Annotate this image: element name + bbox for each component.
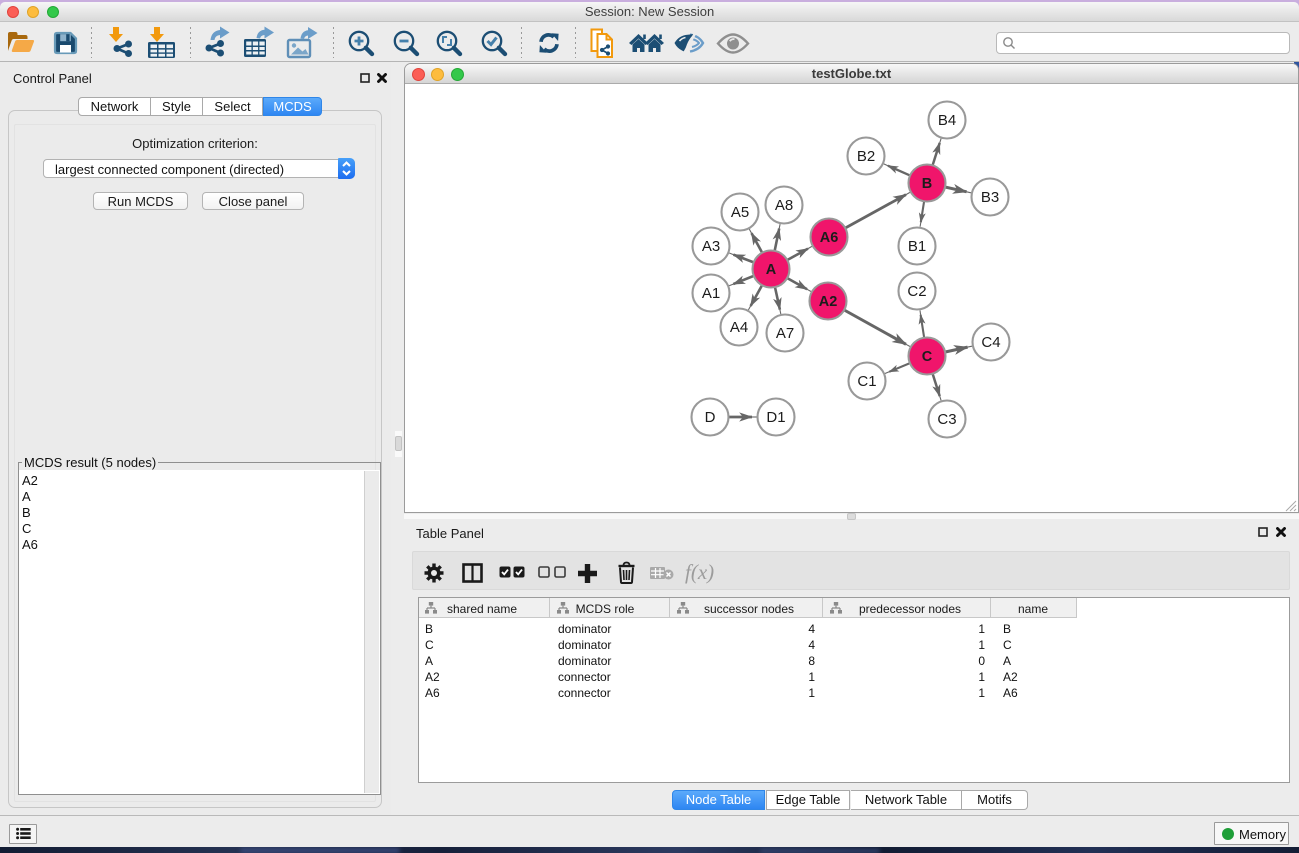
svg-text:C1: C1 bbox=[857, 373, 876, 390]
svg-text:C3: C3 bbox=[937, 411, 956, 428]
svg-text:A1: A1 bbox=[702, 285, 720, 302]
svg-text:B3: B3 bbox=[981, 189, 999, 206]
svg-text:A2: A2 bbox=[819, 294, 838, 310]
svg-text:A: A bbox=[766, 262, 777, 278]
svg-text:A6: A6 bbox=[820, 230, 839, 246]
svg-text:C: C bbox=[922, 349, 933, 365]
svg-text:D1: D1 bbox=[766, 409, 785, 426]
svg-text:B4: B4 bbox=[938, 112, 956, 129]
svg-text:A4: A4 bbox=[730, 319, 748, 336]
svg-text:C2: C2 bbox=[907, 283, 926, 300]
svg-text:C4: C4 bbox=[981, 334, 1000, 351]
svg-text:A3: A3 bbox=[702, 238, 720, 255]
svg-text:B2: B2 bbox=[857, 148, 875, 165]
svg-text:B: B bbox=[922, 176, 932, 192]
svg-text:A7: A7 bbox=[776, 325, 794, 342]
svg-text:A5: A5 bbox=[731, 204, 749, 221]
svg-text:A8: A8 bbox=[775, 197, 793, 214]
svg-text:D: D bbox=[705, 409, 716, 426]
svg-text:B1: B1 bbox=[908, 238, 926, 255]
